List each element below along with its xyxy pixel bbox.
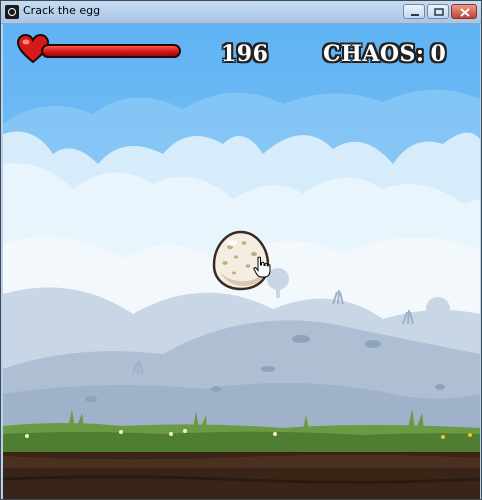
hand-pointer-icon (253, 256, 271, 278)
game-window: Crack the egg 196 CHAOS: 0 (0, 0, 482, 500)
app-icon (5, 5, 19, 19)
window-title: Crack the egg (23, 4, 101, 17)
title-bar[interactable]: Crack the egg (1, 1, 481, 24)
maximize-button[interactable] (427, 4, 449, 19)
window-controls (403, 4, 477, 19)
chaos-counter: CHAOS: 0 (323, 41, 446, 67)
chaos-label: CHAOS: (323, 41, 425, 67)
minimize-icon (411, 14, 419, 16)
close-icon (460, 8, 470, 17)
close-button[interactable] (451, 4, 477, 19)
health-bar (41, 44, 181, 58)
score-counter: 196 (221, 41, 269, 67)
game-canvas[interactable]: 196 CHAOS: 0 (3, 24, 480, 499)
maximize-icon (434, 8, 444, 16)
chaos-value: 0 (430, 41, 447, 67)
minimize-button[interactable] (403, 4, 425, 19)
health-bar-fill (43, 46, 179, 56)
